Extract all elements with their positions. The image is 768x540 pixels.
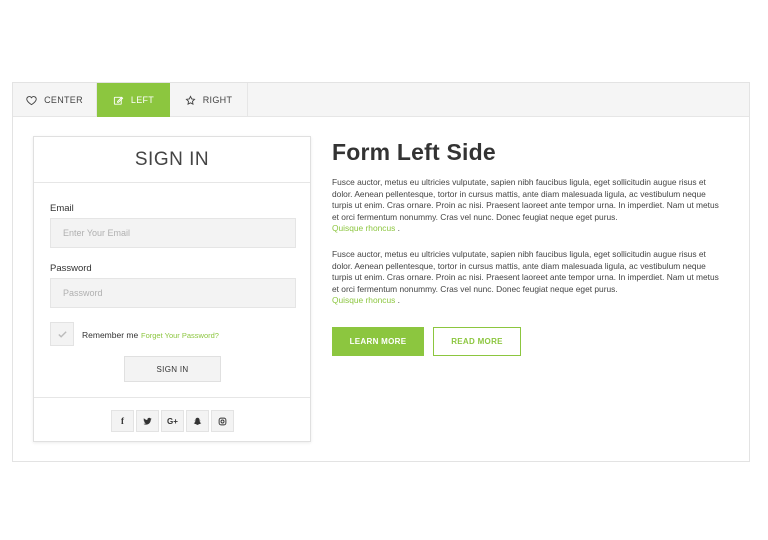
paragraph-2: Fusce auctor, metus eu ultricies vulputa… bbox=[332, 249, 722, 307]
edit-icon bbox=[113, 96, 124, 105]
google-plus-icon: G+ bbox=[167, 416, 178, 426]
tab-center-label: CENTER bbox=[44, 95, 83, 105]
twitter-icon bbox=[143, 417, 152, 425]
google-plus-button[interactable]: G+ bbox=[161, 410, 184, 432]
signin-card: SIGN IN Email Password Remember me Forge… bbox=[33, 136, 311, 442]
signin-title: SIGN IN bbox=[34, 137, 310, 183]
password-label: Password bbox=[50, 263, 92, 274]
tab-right[interactable]: RIGHT bbox=[170, 83, 248, 117]
signin-button[interactable]: SIGN IN bbox=[124, 356, 221, 382]
facebook-icon: f bbox=[121, 416, 124, 426]
instagram-button[interactable] bbox=[211, 410, 234, 432]
tabbed-panel: CENTER LEFT RIGHT SIGN IN Email Password bbox=[12, 82, 750, 462]
paragraph-1-period: . bbox=[397, 223, 400, 234]
page-title: Form Left Side bbox=[332, 139, 496, 165]
tab-bar: CENTER LEFT RIGHT bbox=[13, 83, 749, 117]
forgot-password-link[interactable]: Forget Your Password? bbox=[141, 331, 219, 340]
paragraph-2-text: Fusce auctor, metus eu ultricies vulputa… bbox=[332, 249, 719, 294]
paragraph-1: Fusce auctor, metus eu ultricies vulputa… bbox=[332, 177, 722, 235]
paragraph-2-link[interactable]: Quisque rhoncus bbox=[332, 295, 395, 305]
paragraph-1-text: Fusce auctor, metus eu ultricies vulputa… bbox=[332, 177, 719, 222]
tab-left-label: LEFT bbox=[130, 95, 155, 105]
tab-center[interactable]: CENTER bbox=[13, 83, 97, 117]
read-more-button[interactable]: READ MORE bbox=[433, 327, 521, 356]
snapchat-icon bbox=[193, 417, 202, 425]
email-field[interactable] bbox=[50, 218, 296, 248]
twitter-button[interactable] bbox=[136, 410, 159, 432]
password-field[interactable] bbox=[50, 278, 296, 308]
star-icon bbox=[185, 94, 196, 105]
tab-left[interactable]: LEFT bbox=[97, 83, 170, 117]
email-label: Email bbox=[50, 203, 74, 214]
heart-icon bbox=[26, 95, 37, 105]
divider bbox=[34, 397, 310, 398]
remember-checkbox[interactable] bbox=[50, 322, 74, 346]
learn-more-button[interactable]: LEARN MORE bbox=[332, 327, 424, 356]
snapchat-button[interactable] bbox=[186, 410, 209, 432]
tab-right-label: RIGHT bbox=[202, 95, 233, 105]
instagram-icon bbox=[218, 417, 227, 425]
facebook-button[interactable]: f bbox=[111, 410, 134, 432]
paragraph-1-link[interactable]: Quisque rhoncus bbox=[332, 223, 395, 233]
remember-label: Remember me bbox=[82, 330, 139, 340]
paragraph-2-period: . bbox=[397, 295, 400, 306]
check-icon bbox=[57, 330, 67, 338]
